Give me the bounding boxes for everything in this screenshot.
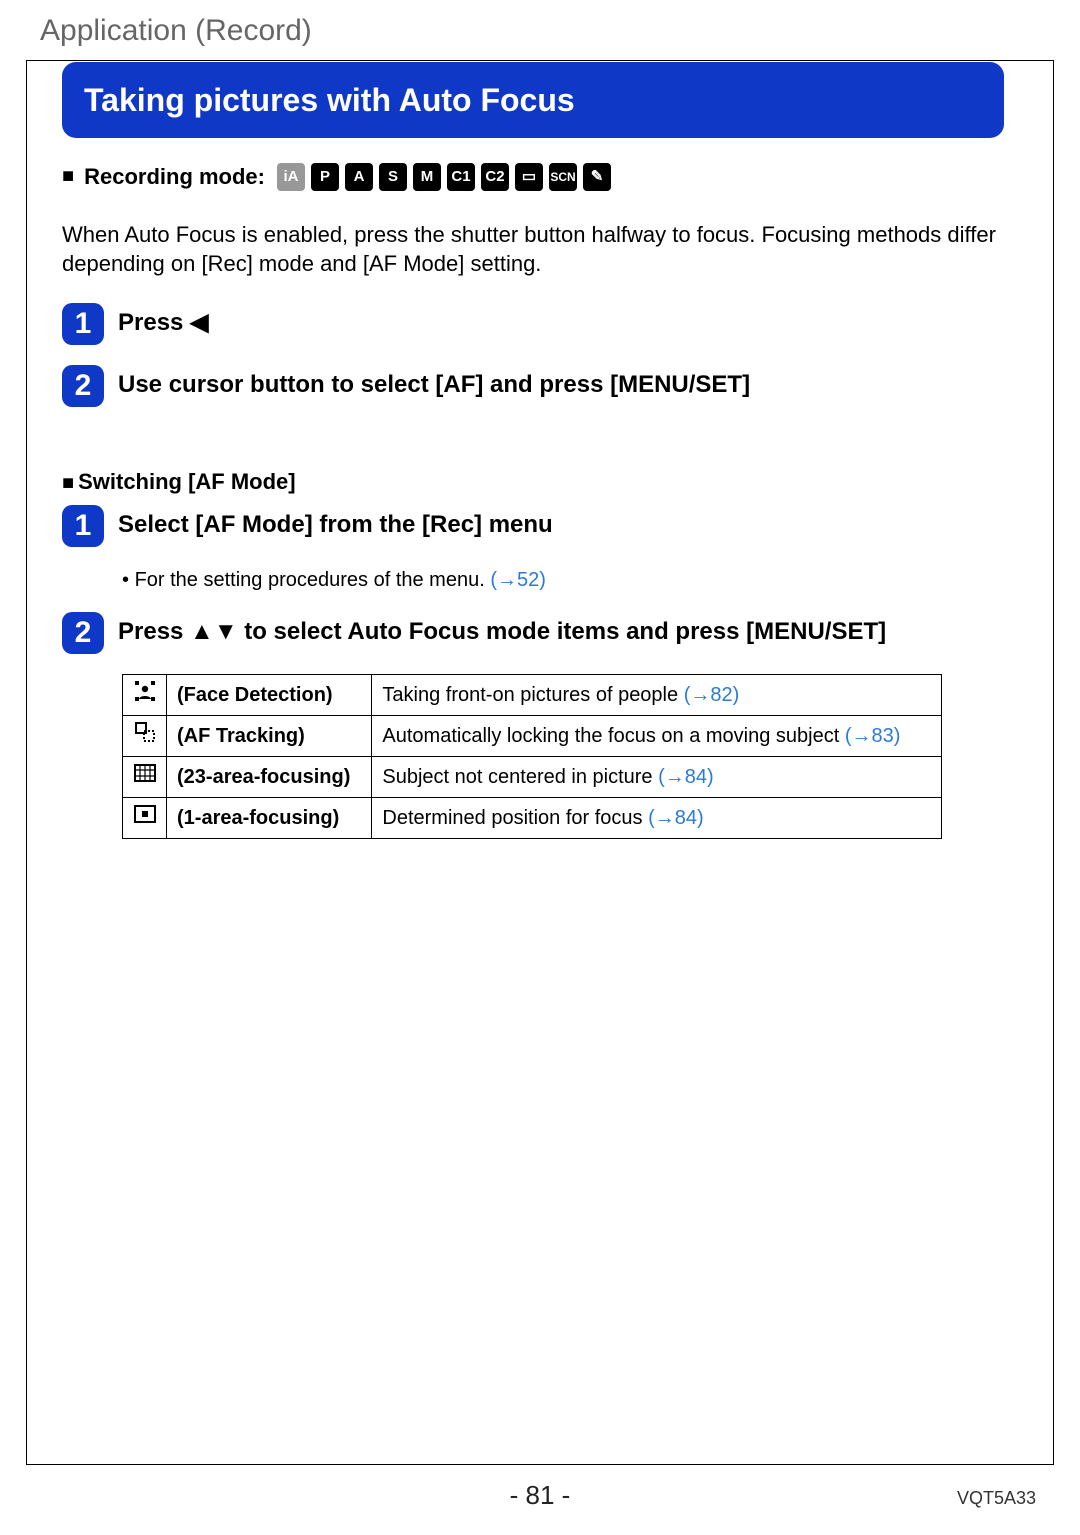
- recording-mode-line: ■ Recording mode: iA P A S M C1 C2 ▭ SCN…: [62, 162, 1004, 192]
- step-1-label: Press ◀: [118, 309, 209, 336]
- af-tracking-icon: [123, 716, 167, 757]
- switch-step-2: 2 Press ▲▼ to select Auto Focus mode ite…: [62, 612, 1004, 654]
- step-badge-2: 2: [62, 365, 104, 407]
- intro-text: When Auto Focus is enabled, press the sh…: [62, 220, 1004, 279]
- switch-step-2-text: Press ▲▼ to select Auto Focus mode items…: [118, 612, 886, 647]
- mode-icon-c1: C1: [447, 163, 475, 191]
- step-1: 1 Press ◀: [62, 303, 1004, 345]
- link-84b[interactable]: (→84): [648, 807, 704, 829]
- face-detection-desc: Taking front-on pictures of people: [382, 684, 683, 706]
- table-row: (1-area-focusing) Determined position fo…: [123, 798, 942, 839]
- switch-step-badge-1: 1: [62, 505, 104, 547]
- doc-code: VQT5A33: [957, 1488, 1036, 1509]
- step-2: 2 Use cursor button to select [AF] and p…: [62, 365, 1004, 407]
- mode-icon-s: S: [379, 163, 407, 191]
- table-row: (23-area-focusing) Subject not centered …: [123, 757, 942, 798]
- af-tracking-desc: Automatically locking the focus on a mov…: [382, 725, 844, 747]
- title-banner: Taking pictures with Auto Focus: [62, 62, 1004, 138]
- area1-desc: Determined position for focus: [382, 807, 648, 829]
- square-bullet-icon: ■: [62, 472, 74, 494]
- step-2-text: Use cursor button to select [AF] and pre…: [118, 365, 750, 400]
- af-mode-table: (Face Detection) Taking front-on picture…: [122, 674, 942, 839]
- page-number: - 81 -: [0, 1480, 1080, 1511]
- switch-step-1: 1 Select [AF Mode] from the [Rec] menu: [62, 505, 1004, 547]
- step-1-text: Press ◀: [118, 303, 209, 338]
- page-title: Taking pictures with Auto Focus: [84, 82, 575, 119]
- switch-step-1-sub: • For the setting procedures of the menu…: [122, 567, 1004, 594]
- switch-step-1-text: Select [AF Mode] from the [Rec] menu: [118, 505, 553, 540]
- switching-heading: ■Switching [AF Mode]: [62, 467, 1004, 497]
- area23-desc: Subject not centered in picture: [382, 766, 658, 788]
- mode-icon-panorama: ▭: [515, 163, 543, 191]
- header-category: Application (Record): [40, 14, 312, 48]
- area1-name: (1-area-focusing): [167, 798, 372, 839]
- step-badge-1: 1: [62, 303, 104, 345]
- link-52[interactable]: (→52): [490, 569, 546, 591]
- switching-heading-text: Switching [AF Mode]: [78, 469, 296, 494]
- face-detection-desc-cell: Taking front-on pictures of people (→82): [372, 675, 942, 716]
- link-84a[interactable]: (→84): [658, 766, 714, 788]
- af-tracking-name: (AF Tracking): [167, 716, 372, 757]
- table-row: (Face Detection) Taking front-on picture…: [123, 675, 942, 716]
- face-detection-name: (Face Detection): [167, 675, 372, 716]
- mode-icon-m: M: [413, 163, 441, 191]
- mode-icon-c2: C2: [481, 163, 509, 191]
- mode-icon-scn: SCN: [549, 163, 577, 191]
- mode-icon-p: P: [311, 163, 339, 191]
- link-82[interactable]: (→82): [684, 684, 740, 706]
- square-bullet-icon: ■: [62, 163, 74, 190]
- area1-desc-cell: Determined position for focus (→84): [372, 798, 942, 839]
- link-83[interactable]: (→83): [845, 725, 901, 747]
- area23-desc-cell: Subject not centered in picture (→84): [372, 757, 942, 798]
- face-detection-icon: [123, 675, 167, 716]
- af-tracking-desc-cell: Automatically locking the focus on a mov…: [372, 716, 942, 757]
- switch-step-badge-2: 2: [62, 612, 104, 654]
- mode-icon-creative: ✎: [583, 163, 611, 191]
- mode-icon-ia: iA: [277, 163, 305, 191]
- switch-step-1-sub-text: For the setting procedures of the menu.: [135, 569, 491, 591]
- area23-name: (23-area-focusing): [167, 757, 372, 798]
- content-area: ■ Recording mode: iA P A S M C1 C2 ▭ SCN…: [62, 162, 1004, 839]
- mode-icon-a: A: [345, 163, 373, 191]
- table-row: (AF Tracking) Automatically locking the …: [123, 716, 942, 757]
- area23-icon: [123, 757, 167, 798]
- area1-icon: [123, 798, 167, 839]
- recording-mode-label: Recording mode:: [84, 162, 265, 192]
